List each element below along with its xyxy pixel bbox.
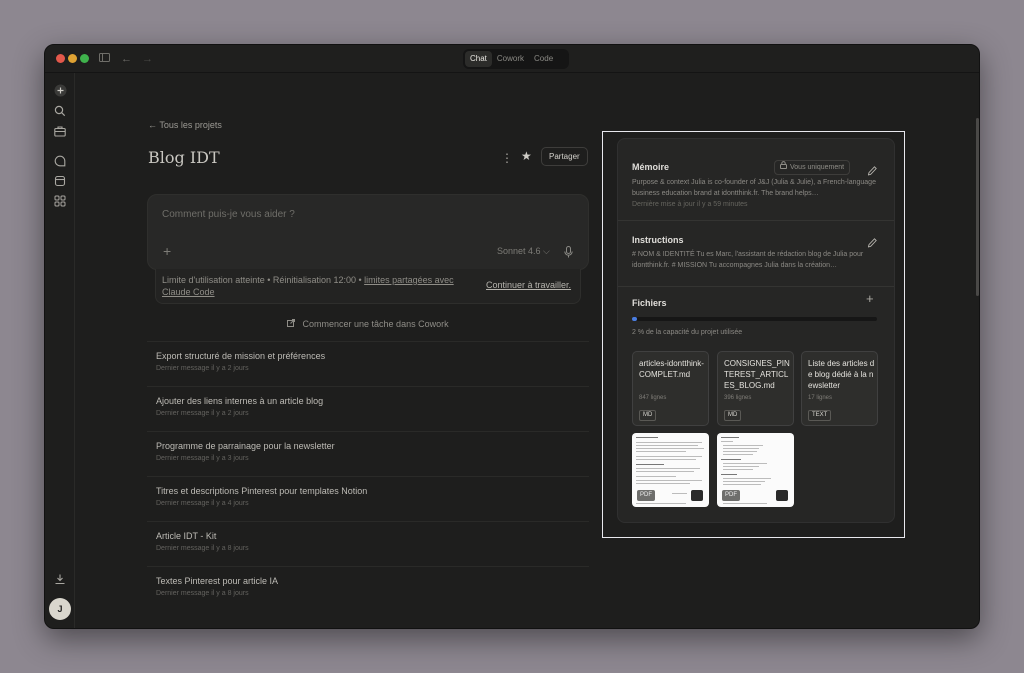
start-cowork-task-label: Commencer une tâche dans Cowork: [302, 319, 449, 329]
chat-timestamp: Dernier message il y a 8 jours: [156, 545, 249, 552]
file-card[interactable]: Liste des articles de blog dédié à la ne…: [801, 351, 878, 426]
add-attachment-icon[interactable]: +: [163, 243, 171, 259]
left-rail: J: [45, 73, 75, 628]
file-type-badge: MD: [639, 410, 657, 421]
file-lines: 17 lignes: [808, 395, 833, 401]
mode-switcher: Chat Cowork Code: [463, 49, 569, 69]
close-window-button[interactable]: [56, 54, 65, 63]
pdf-file-card[interactable]: PDF: [717, 433, 794, 507]
list-item[interactable]: Textes Pinterest pour article IA Dernier…: [147, 566, 589, 611]
file-lines: 396 lignes: [724, 395, 752, 401]
visibility-badge[interactable]: Vous uniquement: [774, 160, 851, 175]
composer-placeholder[interactable]: Comment puis-je vous aider ?: [162, 209, 295, 220]
file-card[interactable]: articles-idontthink-COMPLET.md 847 ligne…: [632, 351, 709, 426]
file-card[interactable]: CONSIGNES_PINTEREST_ARTICLES_BLOG.md 396…: [717, 351, 794, 426]
title-bar: ← → Chat Cowork Code: [45, 45, 979, 73]
usage-limit-text: Limite d'utilisation atteinte • Réinitia…: [162, 274, 482, 298]
download-icon[interactable]: [53, 572, 67, 586]
memory-title: Mémoire: [632, 162, 670, 172]
sidebar-toggle-icon[interactable]: [99, 51, 110, 67]
chat-title: Ajouter des liens internes à un article …: [156, 396, 324, 406]
chat-title: Article IDT - Kit: [156, 531, 217, 541]
files-title: Fichiers: [632, 298, 667, 308]
star-icon[interactable]: ★: [521, 149, 532, 163]
file-type-badge: MD: [724, 410, 742, 421]
new-chat-icon[interactable]: [53, 83, 67, 97]
usage-limit-banner: Limite d'utilisation atteinte • Réinitia…: [155, 269, 581, 304]
continue-working-link[interactable]: Continuer à travailler.: [486, 280, 571, 290]
chats-icon[interactable]: [53, 154, 67, 168]
memory-section[interactable]: Mémoire Vous uniquement Purpose & contex…: [618, 139, 894, 221]
file-lines: 847 lignes: [639, 395, 667, 401]
panel-card: Mémoire Vous uniquement Purpose & contex…: [617, 138, 895, 523]
chat-title: Titres et descriptions Pinterest pour te…: [156, 486, 368, 496]
scrollbar[interactable]: [976, 118, 979, 296]
list-item[interactable]: Export structuré de mission et préférenc…: [147, 341, 589, 386]
file-type-badge: PDF: [637, 490, 655, 501]
tab-chat[interactable]: Chat: [465, 51, 492, 67]
file-name: Liste des articles de blog dédié à la ne…: [808, 359, 875, 390]
instructions-title: Instructions: [632, 235, 684, 245]
chat-list: Export structuré de mission et préférenc…: [147, 341, 589, 611]
search-icon[interactable]: [53, 104, 67, 118]
chat-timestamp: Dernier message il y a 2 jours: [156, 410, 249, 417]
chat-title: Textes Pinterest pour article IA: [156, 576, 279, 586]
chat-title: Export structuré de mission et préférenc…: [156, 351, 326, 361]
microphone-icon[interactable]: [564, 245, 573, 263]
lock-icon: [780, 161, 787, 174]
list-item[interactable]: Titres et descriptions Pinterest pour te…: [147, 476, 589, 521]
chat-timestamp: Dernier message il y a 8 jours: [156, 590, 249, 597]
file-type-badge: PDF: [722, 490, 740, 501]
list-item[interactable]: Programme de parrainage pour la newslett…: [147, 431, 589, 476]
minimize-window-button[interactable]: [68, 54, 77, 63]
file-name: CONSIGNES_PINTEREST_ARTICLES_BLOG.md: [724, 359, 790, 390]
project-knowledge-panel: Mémoire Vous uniquement Purpose & contex…: [602, 131, 905, 538]
projects-icon[interactable]: [53, 124, 67, 138]
memory-updated: Dernière mise à jour il y a 59 minutes: [632, 201, 748, 208]
tab-code[interactable]: Code: [529, 51, 558, 67]
pdf-file-card[interactable]: PDF: [632, 433, 709, 507]
list-item[interactable]: Article IDT - Kit Dernier message il y a…: [147, 521, 589, 566]
file-name: articles-idontthink-COMPLET.md: [639, 359, 704, 379]
share-button[interactable]: Partager: [541, 147, 588, 166]
back-arrow-icon[interactable]: ←: [121, 51, 132, 67]
visibility-label: Vous uniquement: [790, 164, 845, 171]
pdf-preview-icon: [776, 490, 788, 501]
chat-timestamp: Dernier message il y a 3 jours: [156, 455, 249, 462]
add-file-icon[interactable]: +: [866, 291, 874, 306]
list-item[interactable]: Ajouter des liens internes à un article …: [147, 386, 589, 431]
back-to-projects-link[interactable]: ← Tous les projets: [148, 120, 222, 130]
file-type-badge: TEXT: [808, 410, 832, 421]
chat-title: Programme de parrainage pour la newslett…: [156, 441, 335, 451]
project-capacity-fill: [632, 317, 637, 321]
model-selector[interactable]: Sonnet 4.6 ⌵: [497, 246, 550, 257]
tab-cowork[interactable]: Cowork: [492, 51, 529, 67]
chat-timestamp: Dernier message il y a 2 jours: [156, 365, 249, 372]
maximize-window-button[interactable]: [80, 54, 89, 63]
usage-limit-message: Limite d'utilisation atteinte • Réinitia…: [162, 275, 365, 285]
artifacts-icon[interactable]: [53, 174, 67, 188]
code-icon[interactable]: [53, 194, 67, 208]
forward-arrow-icon[interactable]: →: [142, 51, 153, 67]
edit-memory-icon[interactable]: [867, 163, 878, 176]
page-title: Blog IDT: [148, 148, 220, 167]
chat-timestamp: Dernier message il y a 4 jours: [156, 500, 249, 507]
external-link-icon: [287, 319, 298, 329]
start-cowork-task-link[interactable]: Commencer une tâche dans Cowork: [287, 319, 449, 329]
more-options-icon[interactable]: ⋮: [501, 151, 513, 165]
pdf-preview-icon: [691, 490, 703, 501]
memory-body: Purpose & context Julia is co-founder of…: [632, 179, 876, 197]
project-capacity-text: 2 % de la capacité du projet utilisée: [632, 329, 743, 336]
edit-instructions-icon[interactable]: [867, 235, 878, 248]
project-capacity-bar: [632, 317, 877, 321]
avatar[interactable]: J: [49, 598, 71, 620]
chat-composer[interactable]: Comment puis-je vous aider ? + Sonnet 4.…: [147, 194, 589, 270]
instructions-body: # NOM & IDENTITÉ Tu es Marc, l'assistant…: [632, 251, 864, 269]
instructions-section[interactable]: Instructions # NOM & IDENTITÉ Tu es Marc…: [618, 221, 894, 287]
